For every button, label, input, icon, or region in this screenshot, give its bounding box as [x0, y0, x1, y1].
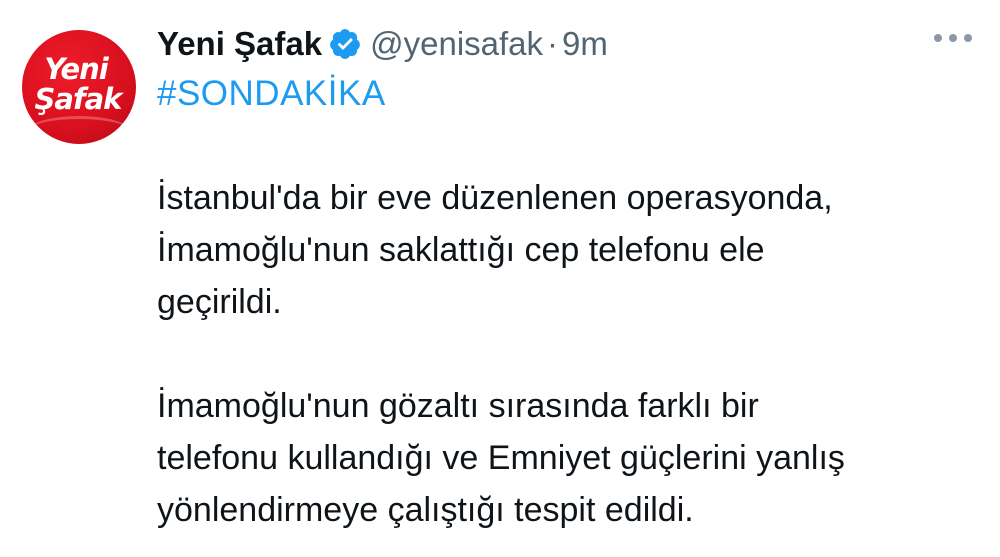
- hashtag-link[interactable]: #SONDAKİKA: [157, 74, 386, 114]
- more-options-icon[interactable]: [934, 34, 972, 42]
- avatar-swoosh: [26, 116, 132, 144]
- tweet-paragraph: İstanbul'da bir eve düzenlenen operasyon…: [157, 172, 957, 328]
- verified-badge-icon: [328, 27, 362, 61]
- tweet[interactable]: Yeni Şafak Yeni Şafak @yenisafak · 9m #S…: [0, 0, 1000, 557]
- tweet-line: geçirildi.: [157, 283, 282, 321]
- more-dot-icon: [949, 34, 957, 42]
- display-name[interactable]: Yeni Şafak: [157, 25, 322, 63]
- avatar[interactable]: Yeni Şafak: [22, 30, 136, 144]
- tweet-line: İstanbul'da bir eve düzenlenen operasyon…: [157, 179, 833, 217]
- avatar-logo-line2: Şafak: [34, 82, 123, 116]
- avatar-logo-line1: Yeni: [44, 52, 109, 86]
- separator-dot: ·: [547, 25, 559, 62]
- tweet-paragraph: İmamoğlu'nun gözaltı sırasında farklı bi…: [157, 380, 957, 536]
- tweet-timestamp[interactable]: 9m: [562, 25, 608, 63]
- more-dot-icon: [934, 34, 942, 42]
- tweet-line: İmamoğlu'nun gözaltı sırasında farklı bi…: [157, 387, 759, 425]
- tweet-line: yönlendirmeye çalıştığı tespit edildi.: [157, 491, 694, 529]
- more-dot-icon: [964, 34, 972, 42]
- tweet-text: İstanbul'da bir eve düzenlenen operasyon…: [157, 172, 957, 536]
- tweet-line: İmamoğlu'nun saklattığı cep telefonu ele: [157, 231, 765, 269]
- user-handle[interactable]: @yenisafak: [370, 25, 543, 63]
- tweet-line: telefonu kullandığı ve Emniyet güçlerini…: [157, 439, 845, 477]
- tweet-header: Yeni Şafak @yenisafak · 9m: [157, 22, 608, 66]
